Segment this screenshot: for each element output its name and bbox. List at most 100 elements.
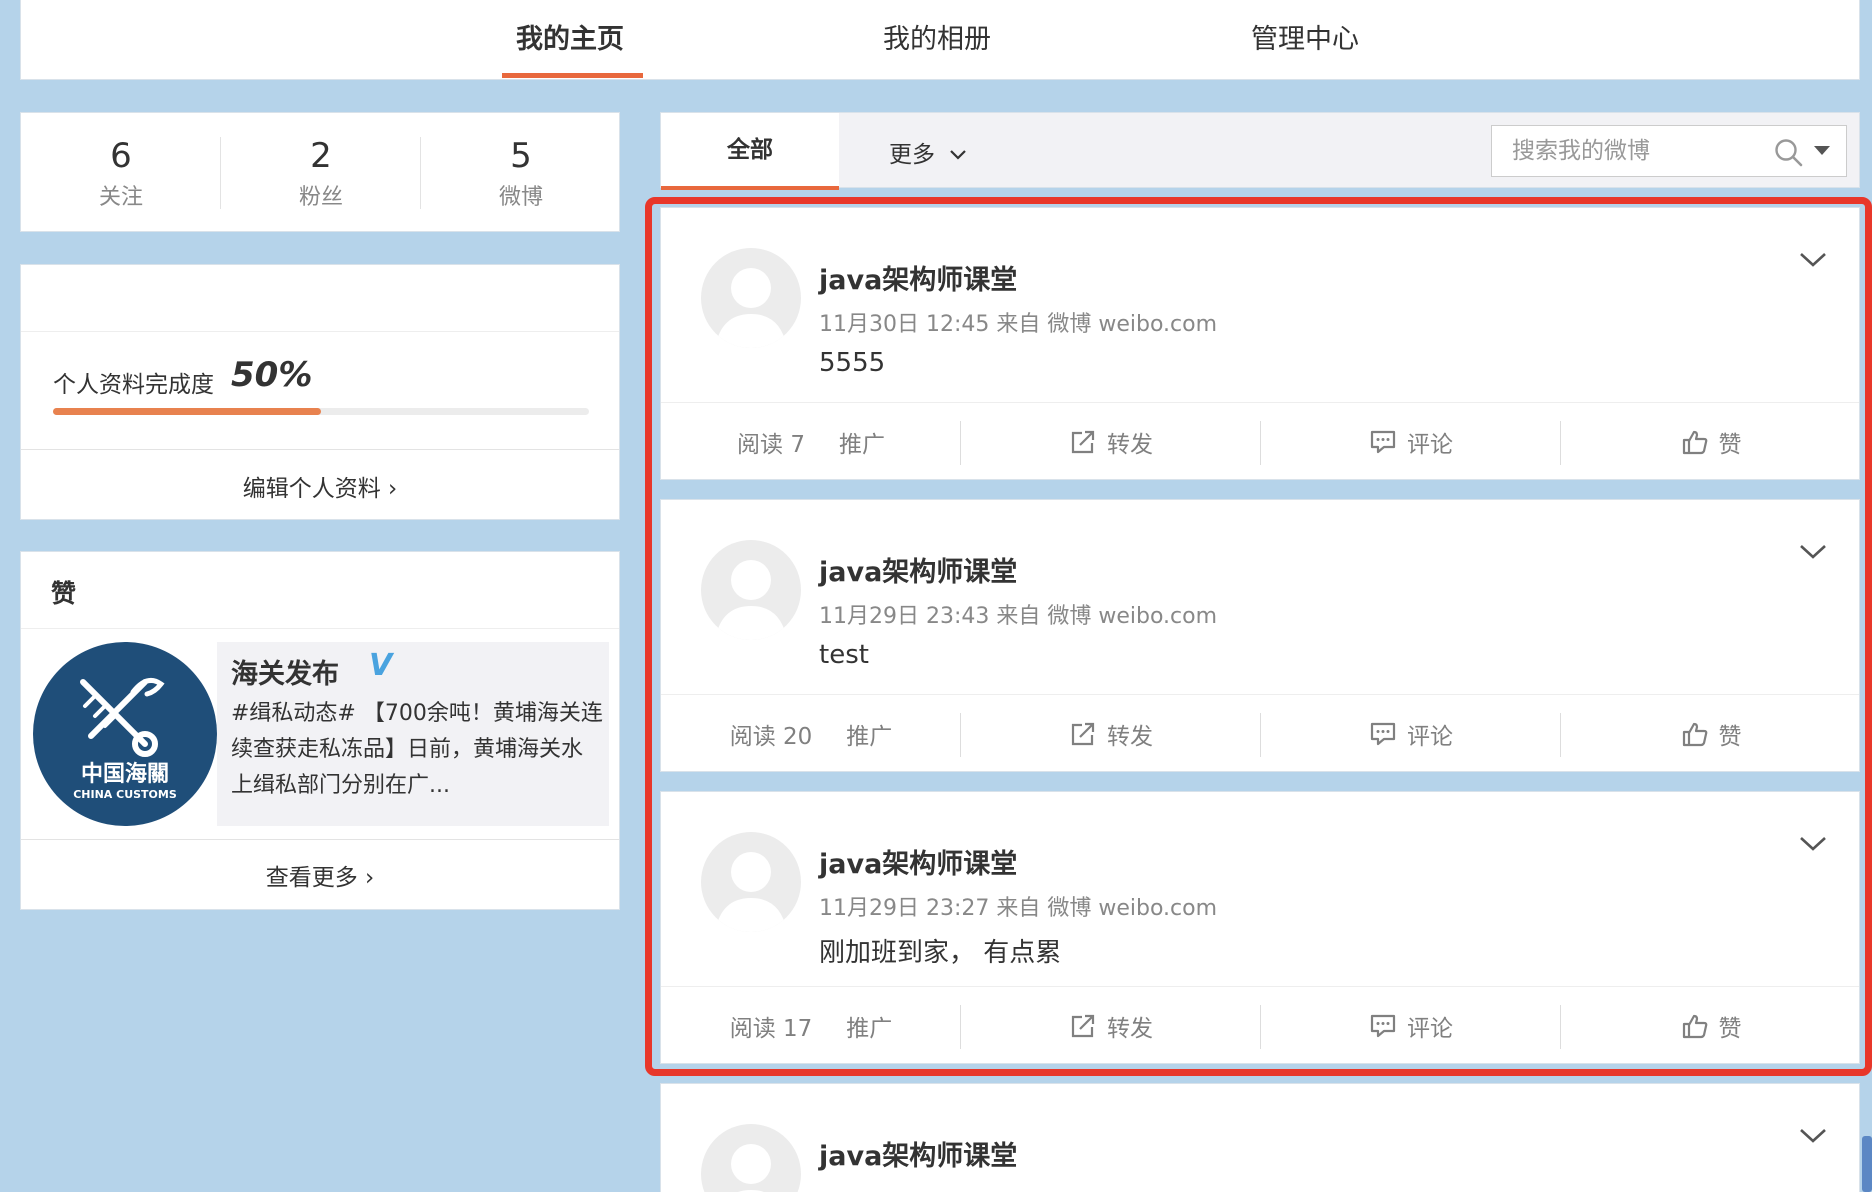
- stats-card: 6 关注 2 粉丝 5 微博: [20, 112, 620, 232]
- comment-icon: [1370, 1014, 1396, 1037]
- comment-icon: [1370, 722, 1396, 745]
- like-label: 赞: [1718, 723, 1742, 750]
- profile-completion-progress-bar: [53, 408, 589, 415]
- more-label: 更多: [889, 142, 935, 168]
- liked-post-text: #缉私动态# 【700余吨！黄埔海关连续查获走私冻品】日前，黄埔海关水上缉私部门…: [231, 701, 603, 798]
- like-label: 赞: [1718, 1015, 1742, 1042]
- profile-completion-value: 50%: [231, 355, 313, 395]
- repost-icon: [1071, 722, 1095, 745]
- tab-management-center[interactable]: 管理中心: [1251, 17, 1359, 56]
- default-avatar-icon: [715, 560, 787, 640]
- divider: [21, 449, 619, 450]
- search-icon[interactable]: [1774, 138, 1804, 168]
- comment-button[interactable]: 评论: [1261, 695, 1561, 772]
- stat-posts-count: 5: [510, 136, 532, 176]
- like-button[interactable]: 赞: [1561, 987, 1861, 1064]
- chevron-down-icon[interactable]: [1797, 834, 1829, 854]
- more-dropdown[interactable]: 更多: [889, 135, 968, 169]
- read-count: 阅读 17: [729, 1015, 813, 1042]
- promote-button[interactable]: 推广: [846, 1009, 892, 1043]
- post-meta: 11月29日 23:27 来自 微博 weibo.com: [819, 896, 1218, 921]
- post-content: 5555: [819, 348, 886, 378]
- active-tab-underline: [661, 186, 839, 190]
- post-actions: 阅读 20 推广 转发 评论 赞: [661, 695, 1859, 772]
- repost-icon: [1071, 1014, 1095, 1037]
- post-author[interactable]: java架构师课堂: [819, 258, 1017, 297]
- scrollbar[interactable]: [1862, 1136, 1872, 1192]
- post-author[interactable]: java架构师课堂: [819, 550, 1017, 589]
- default-avatar-icon: [731, 1144, 771, 1192]
- divider: [21, 331, 619, 332]
- like-label: 赞: [1718, 431, 1742, 458]
- stat-following[interactable]: 6 关注: [21, 135, 221, 211]
- chevron-down-icon[interactable]: [1797, 542, 1829, 562]
- stat-posts[interactable]: 5 微博: [421, 135, 621, 211]
- repost-label: 转发: [1107, 1015, 1153, 1042]
- comment-button[interactable]: 评论: [1261, 987, 1561, 1064]
- stat-followers[interactable]: 2 粉丝: [221, 135, 421, 211]
- post-content: 刚加班到家， 有点累: [819, 938, 1062, 968]
- stat-followers-label: 粉丝: [298, 185, 343, 210]
- post-actions: 阅读 17 推广 转发 评论 赞: [661, 987, 1859, 1064]
- tab-my-home[interactable]: 我的主页: [516, 17, 624, 56]
- tab-my-album[interactable]: 我的相册: [883, 17, 991, 56]
- read-count: 阅读 7: [737, 431, 805, 458]
- post-reads-row: 阅读 7 推广: [661, 403, 961, 480]
- stat-posts-label: 微博: [498, 185, 543, 210]
- chevron-down-icon[interactable]: [1797, 1126, 1829, 1146]
- default-avatar-icon: [715, 852, 787, 932]
- tab-all[interactable]: 全部: [661, 113, 839, 190]
- comment-label: 评论: [1407, 1015, 1453, 1042]
- tab-all-label: 全部: [727, 137, 773, 163]
- chevron-down-icon[interactable]: [1797, 250, 1829, 270]
- stat-following-label: 关注: [98, 185, 143, 210]
- divider: [21, 839, 619, 840]
- comment-label: 评论: [1407, 723, 1453, 750]
- customs-logo[interactable]: 中国海關 CHINA CUSTOMS: [33, 642, 217, 826]
- repost-button[interactable]: 转发: [961, 987, 1261, 1064]
- thumbs-up-icon: [1682, 722, 1707, 746]
- view-more-link[interactable]: 查看更多 ›: [21, 858, 619, 892]
- stat-followers-count: 2: [310, 136, 332, 176]
- profile-completion-label: 个人资料完成度: [53, 372, 214, 398]
- thumbs-up-icon: [1682, 1014, 1707, 1038]
- post-card: java架构师课堂 11月29日 23:27 来自 微博 weibo.com 刚…: [660, 791, 1860, 1064]
- avatar[interactable]: [701, 1124, 801, 1192]
- post-card: java架构师课堂 11月29日 23:43 来自 微博 weibo.com t…: [660, 499, 1860, 772]
- repost-button[interactable]: 转发: [961, 695, 1261, 772]
- liked-account-name[interactable]: 海关发布: [231, 652, 339, 691]
- promote-button[interactable]: 推广: [839, 425, 885, 459]
- repost-label: 转发: [1107, 723, 1153, 750]
- profile-completion-progress-fill: [53, 408, 321, 415]
- liked-post-preview[interactable]: 海关发布 V #缉私动态# 【700余吨！黄埔海关连续查获走私冻品】日前，黄埔海…: [217, 642, 609, 826]
- post-reads-row: 阅读 20 推广: [661, 695, 961, 772]
- like-button[interactable]: 赞: [1561, 695, 1861, 772]
- like-button[interactable]: 赞: [1561, 403, 1861, 480]
- promote-button[interactable]: 推广: [846, 717, 892, 751]
- post-author[interactable]: java架构师课堂: [819, 1134, 1017, 1173]
- active-tab-underline: [502, 73, 643, 78]
- search-options-caret-icon[interactable]: [1814, 146, 1830, 155]
- repost-button[interactable]: 转发: [961, 403, 1261, 480]
- repost-icon: [1071, 430, 1095, 453]
- comment-icon: [1370, 430, 1396, 453]
- avatar[interactable]: [701, 832, 801, 932]
- post-meta: 11月29日 23:43 来自 微博 weibo.com: [819, 604, 1218, 629]
- verified-badge-icon: V: [369, 648, 393, 683]
- stat-following-count: 6: [110, 136, 132, 176]
- divider: [21, 628, 619, 629]
- post-card: java架构师课堂 11月30日 12:45 来自 微博 weibo.com 5…: [660, 207, 1860, 480]
- avatar[interactable]: [701, 540, 801, 640]
- post-meta: 11月30日 12:45 来自 微博 weibo.com: [819, 312, 1218, 337]
- feed-filter-bar: 全部 更多: [660, 112, 1860, 190]
- search-box: [1491, 125, 1847, 177]
- chevron-down-icon: [950, 150, 967, 160]
- post-card: java架构师课堂: [660, 1083, 1860, 1192]
- avatar[interactable]: [701, 248, 801, 348]
- post-author[interactable]: java架构师课堂: [819, 842, 1017, 881]
- comment-button[interactable]: 评论: [1261, 403, 1561, 480]
- search-input[interactable]: [1492, 126, 1762, 176]
- edit-profile-link[interactable]: 编辑个人资料 ›: [21, 469, 619, 503]
- default-avatar-icon: [715, 268, 787, 348]
- comment-label: 评论: [1407, 431, 1453, 458]
